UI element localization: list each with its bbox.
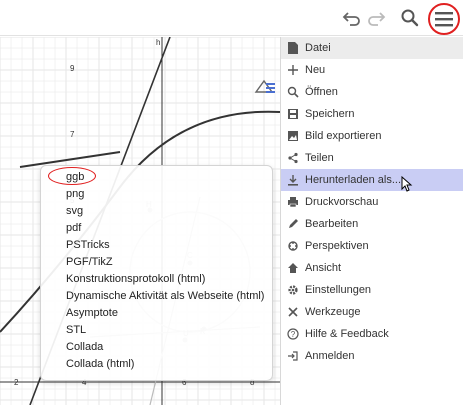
menu-item-teilen[interactable]: Teilen	[281, 147, 463, 169]
x-tick-label: 2	[14, 378, 19, 387]
perspectives-icon	[286, 239, 300, 253]
menu-item-label: Neu	[305, 64, 326, 76]
tools-icon	[286, 305, 300, 319]
plus-icon	[286, 63, 300, 77]
svg-text:?: ?	[291, 330, 296, 339]
undo-icon	[342, 12, 360, 26]
format-asymptote[interactable]: Asymptote	[66, 305, 118, 322]
image-icon	[286, 129, 300, 143]
search-icon	[401, 9, 419, 27]
search-button[interactable]	[398, 6, 422, 30]
menu-item-druckvorschau[interactable]: Druckvorschau	[281, 191, 463, 213]
mouse-cursor-icon	[401, 176, 413, 192]
menu-item-label: Öffnen	[305, 86, 338, 98]
redo-button[interactable]	[364, 6, 388, 30]
menu-item-label: Herunterladen als...	[305, 174, 401, 186]
y-tick-label: 9	[70, 64, 75, 73]
menu-item-bearbeiten[interactable]: Bearbeiten	[281, 213, 463, 235]
gear-icon	[286, 283, 300, 297]
menu-item-datei[interactable]: Datei	[281, 37, 463, 59]
menu-item-label: Werkzeuge	[305, 306, 361, 318]
search-icon	[286, 85, 300, 99]
format-svg[interactable]: svg	[66, 203, 83, 220]
menu-item-hilfe-feedback[interactable]: ? Hilfe & Feedback	[281, 323, 463, 345]
format-collada[interactable]: Collada	[66, 339, 103, 356]
menu-item-bild-exportieren[interactable]: Bild exportieren	[281, 125, 463, 147]
help-icon: ?	[286, 327, 300, 341]
menu-item-anmelden[interactable]: Anmelden	[281, 345, 463, 367]
menu-item-perspektiven[interactable]: Perspektiven	[281, 235, 463, 257]
file-icon	[286, 41, 300, 55]
menu-item-label: Ansicht	[305, 262, 342, 274]
main-menu-panel: Datei Neu Öffnen Speichern Bild exportie…	[280, 37, 463, 405]
y-tick-label: 7	[70, 130, 75, 139]
format-pstricks[interactable]: PSTricks	[66, 237, 110, 254]
format-png[interactable]: png	[66, 186, 84, 203]
pencil-icon	[286, 217, 300, 231]
menu-item-label: Einstellungen	[305, 284, 372, 296]
print-icon	[286, 195, 300, 209]
menu-item-label: Druckvorschau	[305, 196, 379, 208]
share-icon	[286, 151, 300, 165]
home-icon	[286, 261, 300, 275]
style-bar-toggle[interactable]	[254, 78, 276, 96]
menu-item-label: Bild exportieren	[305, 130, 382, 142]
format-konstruktionsprotokoll[interactable]: Konstruktionsprotokoll (html)	[66, 271, 205, 288]
format-stl[interactable]: STL	[66, 322, 86, 339]
menu-item-neu[interactable]: Neu	[281, 59, 463, 81]
undo-button[interactable]	[340, 6, 364, 30]
style-bar-icon	[254, 79, 275, 93]
redo-icon	[368, 12, 386, 26]
format-pdf[interactable]: pdf	[66, 220, 81, 237]
save-icon	[286, 107, 300, 121]
menu-item-herunterladen-als[interactable]: Herunterladen als...	[281, 169, 463, 191]
format-dynamische-aktivitaet[interactable]: Dynamische Aktivität als Webseite (html)	[66, 288, 264, 305]
format-pgf-tikz[interactable]: PGF/TikZ	[66, 254, 113, 271]
menu-item-label: Datei	[305, 42, 331, 54]
menu-item-oeffnen[interactable]: Öffnen	[281, 81, 463, 103]
menu-item-label: Speichern	[305, 108, 355, 120]
menu-item-werkzeuge[interactable]: Werkzeuge	[281, 301, 463, 323]
line-label-h: h	[156, 38, 160, 47]
menu-item-label: Bearbeiten	[305, 218, 359, 230]
top-toolbar	[0, 0, 463, 36]
download-format-submenu: ggb png svg pdf PSTricks PGF/TikZ Konstr…	[40, 165, 273, 381]
format-collada-html[interactable]: Collada (html)	[66, 356, 134, 373]
menu-item-label: Hilfe & Feedback	[305, 328, 389, 340]
menu-item-einstellungen[interactable]: Einstellungen	[281, 279, 463, 301]
annotation-ellipse	[48, 167, 96, 185]
menu-item-speichern[interactable]: Speichern	[281, 103, 463, 125]
menu-item-label: Perspektiven	[305, 240, 369, 252]
download-icon	[286, 173, 300, 187]
menu-item-label: Anmelden	[305, 350, 355, 362]
menu-item-label: Teilen	[305, 152, 334, 164]
sign-in-icon	[286, 349, 300, 363]
annotation-circle	[428, 3, 460, 35]
main-menu-button[interactable]	[428, 3, 460, 35]
menu-item-ansicht[interactable]: Ansicht	[281, 257, 463, 279]
